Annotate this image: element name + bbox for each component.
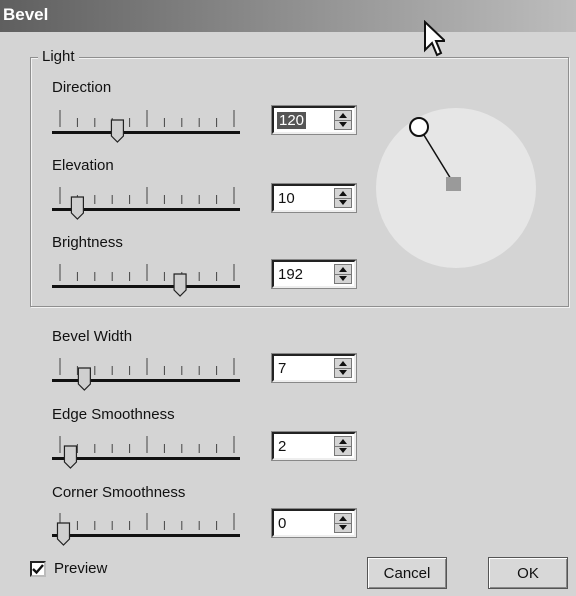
slider-track[interactable]: [52, 457, 240, 460]
spin-up-icon[interactable]: [339, 361, 347, 366]
elevation-value[interactable]: 10: [278, 190, 295, 207]
spin-down-icon[interactable]: [339, 122, 347, 127]
elevation-spinbox[interactable]: 10: [272, 184, 356, 212]
direction-slider[interactable]: [52, 106, 242, 146]
edge-smoothness-label: Edge Smoothness: [52, 406, 175, 423]
light-target-square: [446, 177, 461, 191]
light-direction-preview[interactable]: [375, 107, 537, 269]
corner-smoothness-label: Corner Smoothness: [52, 484, 186, 501]
elevation-label: Elevation: [52, 157, 114, 174]
slider-track[interactable]: [52, 534, 240, 537]
edge-smoothness-spin-arrows[interactable]: [334, 436, 352, 456]
checkmark-icon: [32, 564, 44, 575]
edge-smoothness-value[interactable]: 2: [278, 438, 286, 455]
bevel-width-slider[interactable]: [52, 354, 242, 394]
direction-value[interactable]: 120: [277, 112, 307, 129]
spin-up-icon[interactable]: [339, 267, 347, 272]
corner-smoothness-spinbox[interactable]: 0: [272, 509, 356, 537]
spin-down-icon[interactable]: [339, 525, 347, 530]
window-title: Bevel: [3, 5, 49, 24]
slider-thumb[interactable]: [110, 119, 125, 143]
spin-down-icon[interactable]: [339, 448, 347, 453]
mouse-pointer-icon: [424, 20, 445, 57]
brightness-label: Brightness: [52, 234, 123, 251]
slider-thumb[interactable]: [63, 445, 78, 469]
preview-checkbox-label[interactable]: Preview: [54, 560, 107, 577]
bevel-width-label: Bevel Width: [52, 328, 133, 345]
edge-smoothness-spinbox[interactable]: 2: [272, 432, 356, 460]
cancel-button[interactable]: Cancel: [367, 557, 447, 589]
corner-smoothness-spin-arrows[interactable]: [334, 513, 352, 533]
spin-up-icon[interactable]: [339, 439, 347, 444]
light-source-handle[interactable]: [409, 117, 429, 137]
elevation-spin-arrows[interactable]: [334, 188, 352, 208]
brightness-value[interactable]: 192: [278, 266, 303, 283]
brightness-spin-arrows[interactable]: [334, 264, 352, 284]
spin-down-icon[interactable]: [339, 200, 347, 205]
bevel-width-spinbox[interactable]: 7: [272, 354, 356, 382]
direction-spinbox[interactable]: 120: [272, 106, 356, 134]
corner-smoothness-slider[interactable]: [52, 509, 242, 549]
spin-up-icon[interactable]: [339, 516, 347, 521]
preview-checkbox[interactable]: [30, 561, 46, 577]
spin-down-icon[interactable]: [339, 370, 347, 375]
brightness-spinbox[interactable]: 192: [272, 260, 356, 288]
bevel-width-value[interactable]: 7: [278, 360, 286, 377]
bevel-width-spin-arrows[interactable]: [334, 358, 352, 378]
slider-track[interactable]: [52, 285, 240, 288]
slider-thumb[interactable]: [70, 196, 84, 220]
elevation-slider[interactable]: [52, 183, 242, 223]
spin-up-icon[interactable]: [339, 113, 347, 118]
light-group-legend: Light: [38, 48, 79, 65]
spin-up-icon[interactable]: [339, 191, 347, 196]
brightness-slider[interactable]: [52, 260, 242, 300]
spin-down-icon[interactable]: [339, 276, 347, 281]
slider-thumb[interactable]: [173, 273, 187, 297]
edge-smoothness-slider[interactable]: [52, 432, 242, 472]
corner-smoothness-value[interactable]: 0: [278, 515, 286, 532]
slider-thumb[interactable]: [56, 522, 71, 546]
slider-track[interactable]: [52, 131, 240, 134]
direction-spin-arrows[interactable]: [334, 110, 352, 130]
slider-thumb[interactable]: [77, 367, 91, 391]
direction-label: Direction: [52, 79, 112, 96]
title-bar[interactable]: Bevel: [0, 0, 576, 32]
ok-button[interactable]: OK: [488, 557, 568, 589]
